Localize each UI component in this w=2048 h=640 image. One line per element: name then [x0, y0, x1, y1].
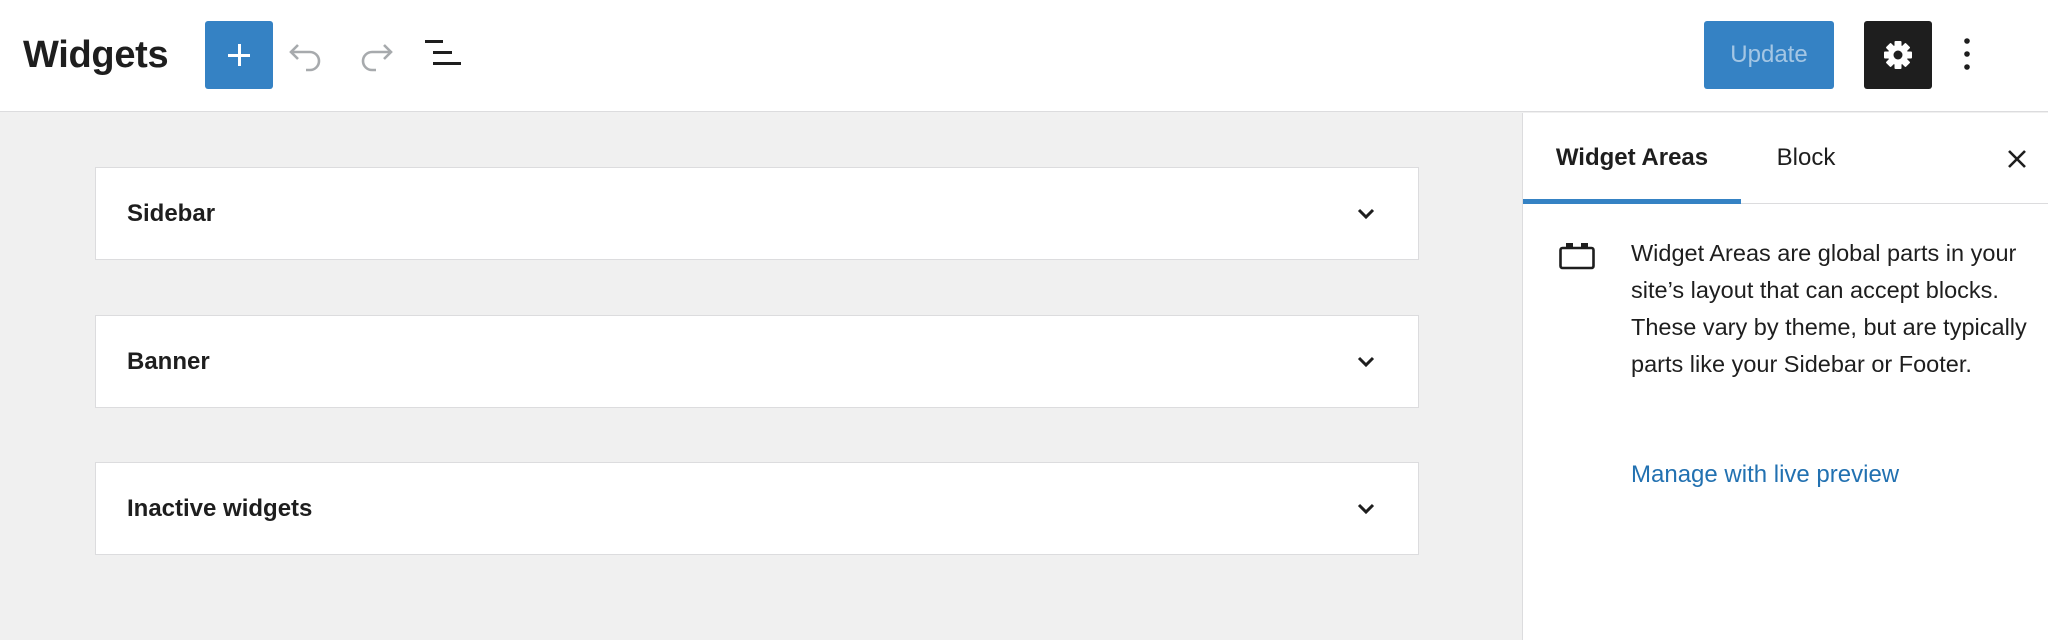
tab-block[interactable]: Block [1741, 113, 1871, 204]
chevron-down-icon [1357, 356, 1375, 368]
widget-area-sidebar[interactable]: Sidebar [95, 167, 1419, 260]
settings-button[interactable] [1864, 21, 1932, 89]
widget-area-label: Banner [127, 348, 210, 375]
widget-area-label: Inactive widgets [127, 495, 313, 522]
redo-icon[interactable] [356, 36, 396, 76]
more-vertical-icon[interactable] [1950, 34, 1984, 74]
gear-icon [1884, 41, 1912, 69]
tab-widget-areas[interactable]: Widget Areas [1523, 113, 1741, 204]
page-title: Widgets [23, 34, 169, 76]
widget-areas-description: Widget Areas are global parts in your si… [1631, 240, 2027, 377]
sidebar-tabs: Widget Areas Block [1523, 113, 2048, 204]
editor-header: Widgets Update [0, 0, 2048, 112]
widget-area-banner[interactable]: Banner [95, 315, 1419, 408]
settings-sidebar: Widget Areas Block Widget Areas are glob… [1522, 113, 2048, 640]
list-view-icon[interactable] [423, 36, 463, 76]
chevron-down-icon [1357, 503, 1375, 515]
undo-icon[interactable] [286, 36, 326, 76]
close-icon[interactable] [2003, 145, 2031, 173]
add-block-button[interactable] [205, 21, 273, 89]
chevron-down-icon [1357, 208, 1375, 220]
update-button[interactable]: Update [1704, 21, 1834, 89]
widget-area-label: Sidebar [127, 200, 216, 227]
manage-live-preview-link[interactable]: Manage with live preview [1631, 457, 1899, 493]
widget-area-inactive[interactable]: Inactive widgets [95, 462, 1419, 555]
block-default-icon [1559, 243, 1595, 270]
